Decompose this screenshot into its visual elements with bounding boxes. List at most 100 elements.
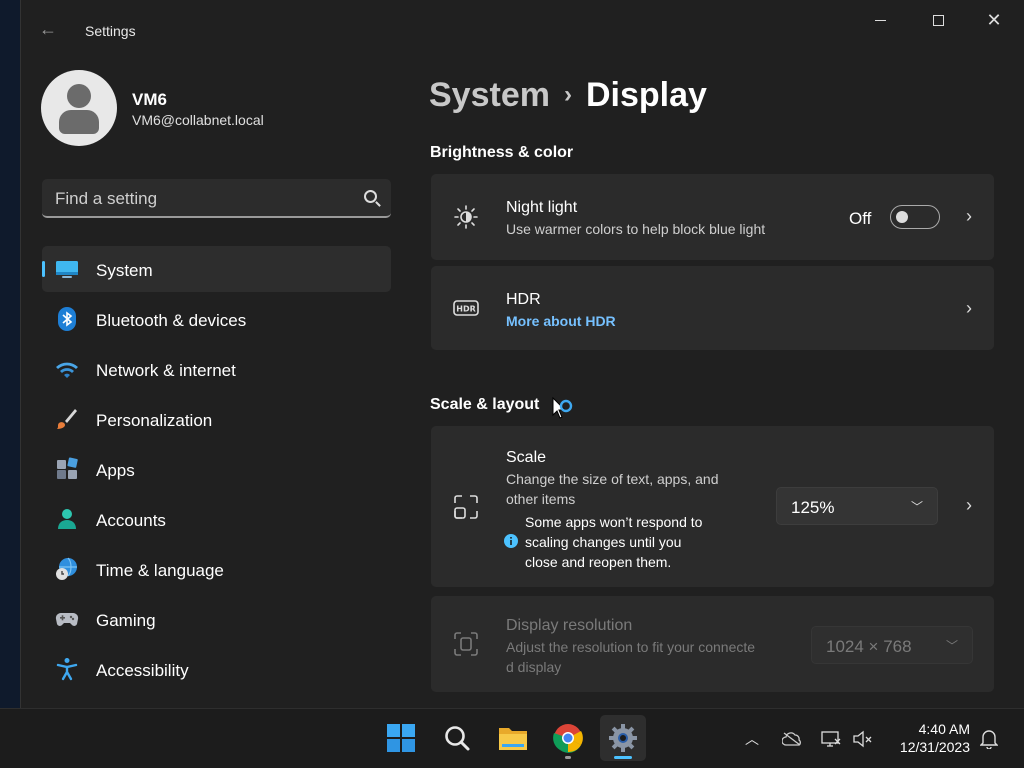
onedrive-icon[interactable] — [782, 729, 802, 749]
breadcrumb-chevron-icon: › — [563, 81, 572, 108]
resolution-dropdown: 1024 × 768 ﹀ — [811, 626, 973, 664]
sidebar-item-label: Accounts — [96, 511, 166, 530]
section-title-scale-layout: Scale & layout — [430, 396, 540, 413]
clock-date: 12/31/2023 — [899, 739, 970, 755]
busy-cursor-icon — [552, 396, 573, 419]
sidebar-item-gaming[interactable]: Gaming — [42, 596, 391, 642]
sidebar-item-label: Network & internet — [96, 361, 236, 380]
sidebar-item-label: Apps — [96, 461, 135, 480]
resolution-icon — [454, 632, 478, 656]
chevron-up-icon[interactable]: ︿ — [742, 729, 762, 749]
chevron-right-icon: › — [966, 495, 972, 515]
search-box[interactable]: Find a setting — [42, 179, 391, 218]
search-icon[interactable] — [364, 190, 377, 203]
hdr-card[interactable]: HDR HDR More about HDR › — [431, 266, 994, 350]
sidebar-item-label: Time & language — [96, 561, 224, 580]
chrome-icon — [553, 724, 583, 753]
resolution-title: Display resolution — [506, 617, 633, 634]
taskbar-search-button[interactable] — [434, 715, 480, 761]
file-explorer-icon — [499, 728, 527, 750]
avatar — [41, 70, 117, 146]
chevron-right-icon: › — [966, 206, 972, 226]
sidebar-item-time-language[interactable]: Time & language — [42, 546, 391, 592]
sidebar-item-label: Bluetooth & devices — [96, 311, 247, 330]
night-light-subtitle: Use warmer colors to help block blue lig… — [506, 221, 766, 237]
sidebar-item-personalization[interactable]: Personalization — [42, 396, 391, 442]
scale-subtitle-1: Change the size of text, apps, and — [506, 471, 719, 487]
scale-card[interactable]: Scale Change the size of text, apps, and… — [431, 426, 994, 587]
night-light-title: Night light — [506, 199, 578, 216]
sidebar-item-system[interactable]: System — [42, 246, 391, 292]
scale-info-3: close and reopen them. — [525, 554, 672, 570]
night-light-toggle-label: Off — [849, 209, 872, 228]
person-icon — [58, 509, 76, 529]
breadcrumb: System › Display — [429, 76, 707, 115]
svg-text:HDR: HDR — [456, 305, 476, 314]
breadcrumb-parent[interactable]: System — [429, 76, 550, 114]
night-light-icon — [454, 205, 478, 229]
notifications-icon[interactable] — [979, 729, 999, 749]
sidebar-item-label: Accessibility — [96, 661, 189, 680]
chevron-down-icon: ﹀ — [910, 500, 923, 514]
chrome-button[interactable] — [545, 715, 591, 761]
section-title-brightness: Brightness & color — [430, 144, 574, 161]
taskbar-clock[interactable]: 4:40 AM 12/31/2023 — [880, 720, 970, 756]
running-indicator — [565, 756, 571, 759]
volume-muted-icon[interactable] — [853, 729, 873, 749]
accessibility-icon — [56, 658, 78, 681]
app-title: Settings — [85, 23, 136, 39]
wifi-icon — [56, 362, 78, 378]
search-icon — [445, 726, 470, 751]
sidebar-item-apps[interactable]: Apps — [42, 446, 391, 492]
chevron-down-icon: ﹀ — [945, 639, 958, 653]
active-indicator — [614, 756, 632, 759]
settings-taskbar-button[interactable] — [600, 715, 646, 761]
scale-info-2: scaling changes until you — [525, 534, 682, 550]
resolution-subtitle-1: Adjust the resolution to fit your connec… — [506, 639, 756, 655]
sidebar-nav: System Bluetooth & devices Network & int… — [42, 246, 391, 696]
resolution-subtitle-2: d display — [506, 659, 562, 675]
settings-icon — [609, 724, 637, 752]
globe-clock-icon — [56, 557, 77, 580]
scale-subtitle-2: other items — [506, 491, 576, 507]
page-title: Display — [585, 76, 707, 114]
settings-window: ← Settings ✕ VM6 VM6@collabnet.local Fin… — [20, 0, 1024, 708]
clock-time: 4:40 AM — [918, 721, 970, 737]
network-icon[interactable] — [821, 729, 841, 749]
scale-title: Scale — [506, 449, 547, 466]
sidebar-item-bluetooth[interactable]: Bluetooth & devices — [42, 296, 391, 342]
scale-value: 125% — [791, 498, 835, 517]
start-button[interactable] — [378, 715, 424, 761]
toggle-knob — [896, 211, 908, 223]
back-arrow-icon[interactable]: ← — [39, 20, 57, 38]
sidebar-item-network[interactable]: Network & internet — [42, 346, 391, 392]
scale-info-1: Some apps won’t respond to — [525, 514, 703, 530]
chevron-right-icon: › — [966, 298, 972, 318]
scale-dropdown[interactable]: 125% ﹀ — [776, 487, 938, 525]
user-name: VM6 — [132, 90, 167, 109]
main-content: System › Display Brightness & color Night … — [429, 0, 1024, 708]
sidebar-item-label: Personalization — [96, 411, 213, 430]
hdr-more-link[interactable]: More about HDR — [506, 313, 616, 329]
info-icon — [504, 534, 518, 548]
sidebar-item-accessibility[interactable]: Accessibility — [42, 646, 391, 692]
night-light-card[interactable]: Night light Use warmer colors to help bl… — [431, 174, 994, 260]
file-explorer-button[interactable] — [490, 715, 536, 761]
user-email: VM6@collabnet.local — [132, 112, 264, 128]
gamepad-icon — [55, 612, 79, 626]
night-light-toggle[interactable] — [890, 205, 940, 229]
start-icon — [387, 724, 415, 752]
sidebar-item-label: Gaming — [96, 611, 156, 630]
hdr-icon: HDR — [453, 300, 479, 316]
apps-icon — [57, 457, 78, 479]
sidebar-item-label: System — [96, 261, 153, 280]
search-input[interactable]: Find a setting — [55, 189, 157, 209]
taskbar: ︿ 4:40 AM 12/31/2023 — [0, 708, 1024, 768]
sidebar-item-accounts[interactable]: Accounts — [42, 496, 391, 542]
resolution-value: 1024 × 768 — [826, 637, 912, 656]
paintbrush-icon — [57, 409, 77, 429]
hdr-title: HDR — [506, 291, 541, 308]
system-monitor-icon — [56, 261, 78, 278]
scale-icon — [454, 495, 478, 519]
display-resolution-card: Display resolution Adjust the resolution… — [431, 596, 994, 692]
